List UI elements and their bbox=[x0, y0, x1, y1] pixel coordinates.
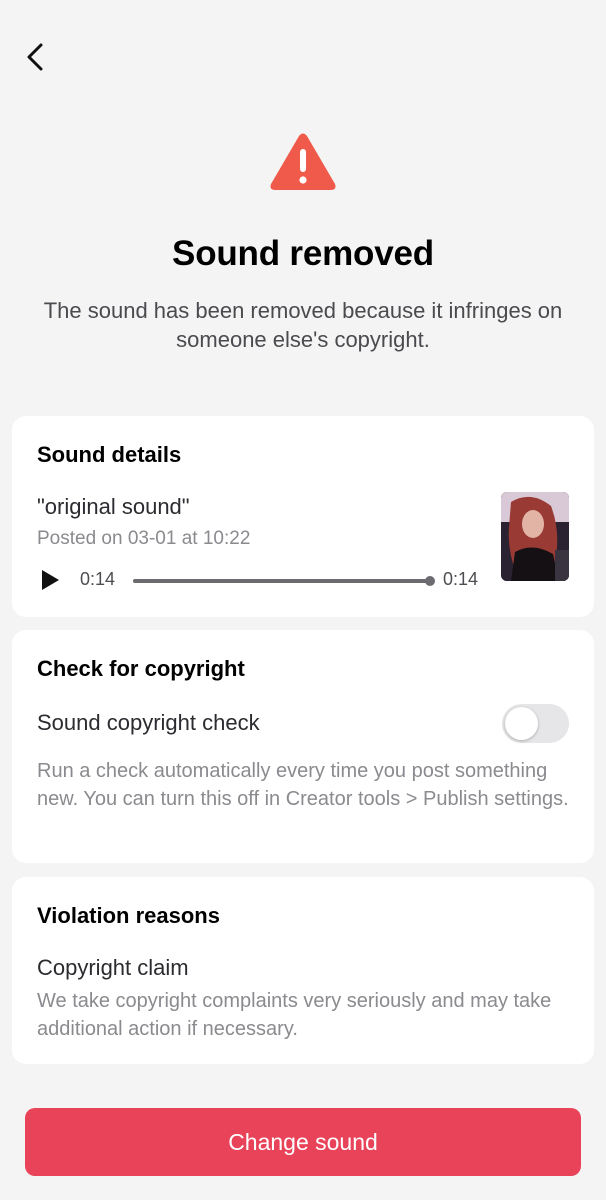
current-time: 0:14 bbox=[80, 569, 116, 589]
copyright-check-heading: Check for copyright bbox=[37, 656, 245, 681]
audio-progress-bar[interactable] bbox=[133, 576, 435, 586]
duration: 0:14 bbox=[443, 569, 479, 589]
sound-details-card: Sound details "original sound" Posted on… bbox=[12, 416, 594, 617]
copyright-check-description: Run a check automatically every time you… bbox=[37, 760, 569, 810]
posted-date: Posted on 03-01 at 10:22 bbox=[37, 528, 251, 549]
removal-message: The sound has been removed because it in… bbox=[43, 298, 563, 352]
copyright-check-label: Sound copyright check bbox=[37, 710, 260, 735]
play-icon bbox=[42, 570, 59, 590]
violation-reasons-heading: Violation reasons bbox=[37, 903, 220, 928]
progress-knob[interactable] bbox=[425, 576, 435, 586]
back-button[interactable] bbox=[18, 38, 52, 76]
toggle-knob bbox=[505, 707, 538, 740]
sound-name: "original sound" bbox=[37, 494, 190, 519]
page-title: Sound removed bbox=[172, 234, 434, 273]
change-sound-button[interactable]: Change sound bbox=[25, 1108, 581, 1176]
sound-details-heading: Sound details bbox=[37, 442, 182, 467]
warning-banner bbox=[0, 132, 606, 192]
copyright-check-card: Check for copyright Sound copyright chec… bbox=[12, 630, 594, 863]
claim-description: We take copyright complaints very seriou… bbox=[37, 990, 552, 1040]
claim-title: Copyright claim bbox=[37, 955, 189, 980]
warning-triangle-icon bbox=[270, 133, 336, 190]
sound-thumbnail[interactable] bbox=[501, 492, 569, 581]
copyright-check-toggle[interactable] bbox=[502, 704, 569, 743]
thumbnail-image bbox=[501, 492, 569, 581]
play-button[interactable] bbox=[40, 569, 64, 591]
violation-reasons-card: Violation reasons Copyright claim We tak… bbox=[12, 877, 594, 1064]
chevron-left-icon bbox=[27, 43, 43, 71]
